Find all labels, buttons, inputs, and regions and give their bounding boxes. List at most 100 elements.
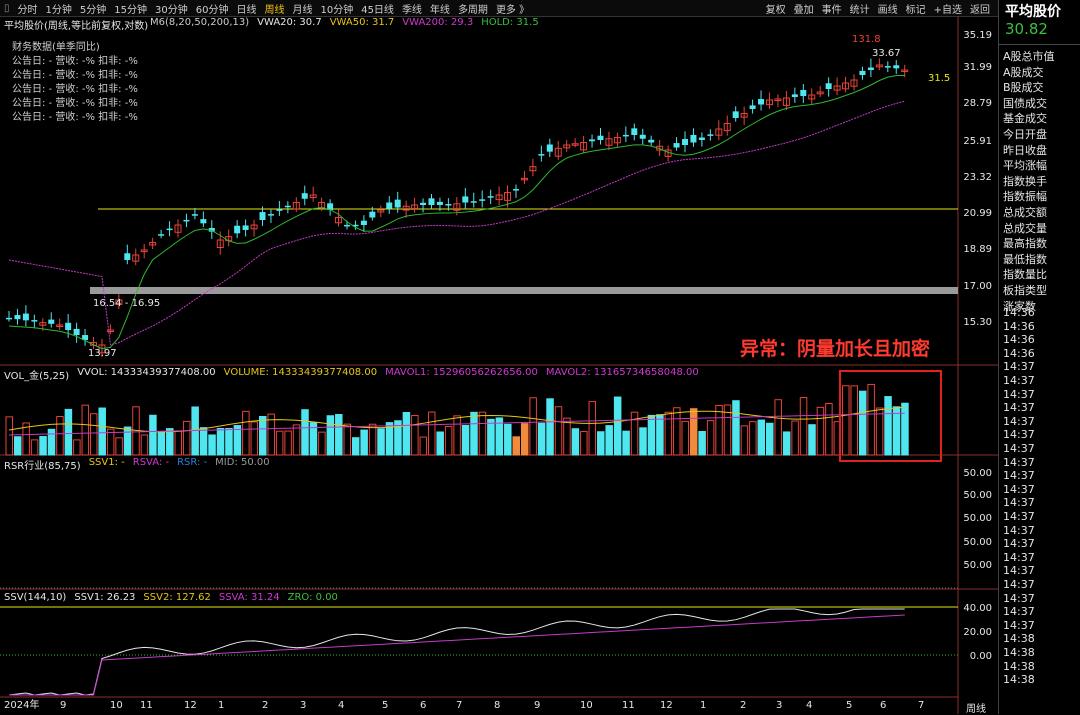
side-item[interactable]: 平均涨幅 — [1003, 157, 1047, 173]
tab-period-4[interactable]: 30分钟 — [151, 1, 192, 16]
tab-period-0[interactable]: 分时 — [14, 1, 42, 16]
volume-bar — [275, 430, 284, 456]
toolbar-action-0[interactable]: 复权 — [762, 1, 790, 16]
side-time: 14:37 — [1003, 591, 1035, 605]
volume-bar — [740, 425, 749, 456]
side-item[interactable]: 最高指数 — [1003, 235, 1047, 251]
side-item[interactable]: 总成交额 — [1003, 204, 1047, 220]
side-item[interactable]: A股成交 — [1003, 64, 1044, 80]
side-time: 14:36 — [1003, 346, 1035, 360]
volume-bar — [774, 399, 782, 456]
volume-bar — [444, 425, 453, 456]
legend-item: RSVA: - — [132, 457, 170, 468]
candle-down — [6, 317, 12, 320]
tab-period-1[interactable]: 1分钟 — [42, 1, 76, 16]
side-item[interactable]: 今日开盘 — [1003, 126, 1047, 142]
side-item[interactable]: 国债成交 — [1003, 95, 1047, 111]
tab-period-3[interactable]: 15分钟 — [110, 1, 151, 16]
legend-item: SSV(144,10) — [4, 592, 67, 603]
rsr-axis-label: 50.00 — [963, 513, 992, 524]
annot-high: 131.8 — [852, 34, 881, 45]
volume-bar — [326, 415, 335, 456]
volume-bar — [335, 414, 343, 456]
candle-down — [749, 105, 756, 109]
side-time: 14:38 — [1003, 646, 1035, 659]
legend-item: SSV1: - — [88, 457, 125, 468]
xaxis-label: 1 — [218, 700, 224, 711]
candle-down — [259, 212, 266, 220]
legend-item: VVOL: 14333439377408.00 — [77, 367, 216, 378]
side-item[interactable]: 指数换手 — [1003, 173, 1047, 189]
side-item[interactable]: 指数量比 — [1003, 266, 1047, 282]
volume-bar — [343, 423, 351, 456]
xaxis-label: 5 — [382, 700, 388, 711]
tab-period-10[interactable]: 45日线 — [357, 1, 398, 16]
price-axis-label: 20.99 — [963, 208, 992, 219]
chart-area[interactable]: 35.19 31.99 28.79 25.91 23.32 20.99 18.89 17.00… — [0, 16, 998, 714]
xaxis-label: 9 — [60, 700, 66, 711]
side-time: 14:36 — [1003, 333, 1035, 347]
price-axis-label: 28.79 — [963, 98, 992, 109]
price-axis-label: 18.89 — [963, 244, 992, 255]
candle-down — [22, 313, 29, 321]
candle-down — [758, 99, 765, 105]
toolbar-action-1[interactable]: 叠加 — [790, 1, 818, 16]
side-item[interactable]: 指数振幅 — [1003, 188, 1047, 204]
toolbar-menu-icon[interactable]: ▯ — [0, 3, 14, 14]
candle-down — [420, 202, 427, 205]
volume-bar — [698, 430, 706, 456]
toolbar-action-2[interactable]: 事件 — [818, 1, 846, 16]
xaxis-label: 6 — [420, 700, 426, 711]
side-time: 14:37 — [1003, 605, 1035, 619]
toolbar-action-6[interactable]: +自选 — [930, 1, 966, 16]
side-time: 14:37 — [1003, 414, 1035, 428]
candle-down — [200, 219, 207, 224]
legend-item: HOLD: 31.5 — [481, 17, 539, 28]
toolbar-action-7[interactable]: 返回 — [966, 1, 994, 16]
volume-bar — [588, 401, 597, 456]
side-time: 14:37 — [1003, 496, 1035, 510]
rsr-legend: RSR行业(85,75) SSV1: - RSVA: - RSR: - MID: 50.… — [4, 457, 270, 472]
candle-down — [546, 144, 553, 152]
main-legend: M6(8,20,50,200,13) VWA20: 30.7 VWA50: 31.7… — [150, 17, 539, 28]
volume-bar — [208, 434, 216, 456]
tab-period-6[interactable]: 日线 — [232, 1, 260, 16]
legend-item: RSR: - — [177, 457, 208, 468]
tab-period-12[interactable]: 年线 — [426, 1, 454, 16]
tab-period-9[interactable]: 10分钟 — [316, 1, 357, 16]
xaxis-label: 7 — [456, 700, 462, 711]
tab-period-13[interactable]: 多周期 — [454, 1, 492, 16]
side-item[interactable]: 昨日收盘 — [1003, 142, 1047, 158]
volume-bar — [681, 420, 689, 456]
xaxis-label: 10 — [110, 700, 123, 711]
candle-down — [31, 320, 38, 322]
xaxis-label: 2 — [262, 700, 268, 711]
legend-item: SSV1: 26.23 — [74, 592, 136, 603]
tab-period-7[interactable]: 周线 — [260, 1, 288, 16]
side-item[interactable]: 总成交量 — [1003, 220, 1047, 236]
fin-row: 公告日: - 营收: -% 扣非: -% — [12, 56, 138, 67]
legend-item: ZRO: 0.00 — [287, 592, 338, 603]
side-item[interactable]: 基金成交 — [1003, 110, 1047, 126]
side-item[interactable]: A股总市值 — [1003, 48, 1055, 64]
volume-bar — [259, 415, 267, 456]
volume-bar — [715, 404, 723, 456]
tab-period-2[interactable]: 5分钟 — [76, 1, 110, 16]
fin-title: 财务数据(单季同比) — [12, 42, 100, 53]
side-item[interactable]: 最低指数 — [1003, 251, 1047, 267]
xaxis-label: 11 — [140, 700, 153, 711]
toolbar-action-5[interactable]: 标记 — [902, 1, 930, 16]
tab-period-14[interactable]: 更多 》 — [492, 1, 533, 16]
toolbar-action-4[interactable]: 画线 — [874, 1, 902, 16]
rsr-axis-label: 50.00 — [963, 560, 992, 571]
toolbar-action-3[interactable]: 统计 — [846, 1, 874, 16]
candle-down — [884, 66, 891, 68]
volume-bar — [368, 423, 377, 456]
tab-period-5[interactable]: 60分钟 — [192, 1, 233, 16]
tab-period-11[interactable]: 季线 — [398, 1, 426, 16]
tab-period-8[interactable]: 月线 — [288, 1, 316, 16]
candle-down — [65, 322, 72, 330]
side-item[interactable]: 板指类型 — [1003, 282, 1047, 298]
side-item[interactable]: B股成交 — [1003, 79, 1044, 95]
volume-bar — [689, 408, 698, 456]
